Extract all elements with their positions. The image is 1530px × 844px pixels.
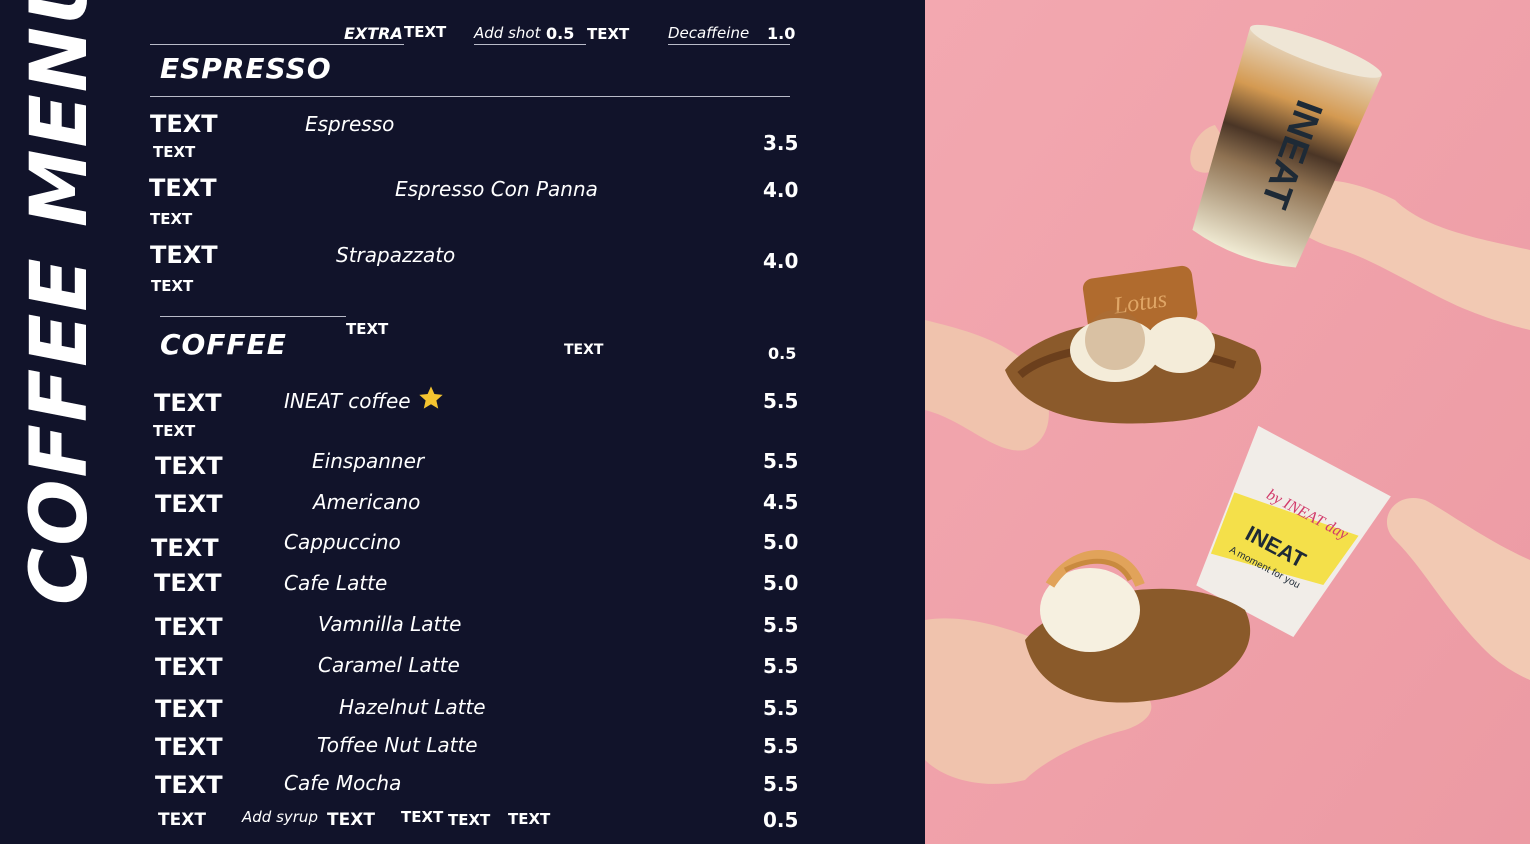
- item-sub: TEXT: [153, 143, 196, 161]
- item-code: TEXT: [150, 241, 218, 269]
- item-price: 5.5: [763, 734, 799, 758]
- footer-code: TEXT: [158, 810, 206, 830]
- extra-text: TEXT: [404, 23, 447, 41]
- item-name: Espresso: [305, 112, 395, 136]
- product-photo: INEAT Lotus INEAT A moment for you by IN…: [925, 0, 1530, 844]
- item-name: Vamnilla Latte: [318, 612, 462, 636]
- item-code: TEXT: [155, 490, 223, 518]
- item-price: 4.5: [763, 490, 799, 514]
- item-name: Einspanner: [312, 449, 425, 473]
- espresso-section-title: ESPRESSO: [160, 52, 332, 85]
- decaf-label: Decaffeine: [668, 24, 750, 42]
- item-sub: TEXT: [153, 422, 196, 440]
- add-syrup-label: Add syrup: [242, 808, 318, 826]
- divider: [150, 96, 790, 97]
- extra-label: EXTRA: [344, 24, 403, 43]
- add-shot-price: 0.5: [546, 24, 575, 43]
- star-icon: [419, 386, 443, 409]
- photo-illustration: INEAT Lotus INEAT A moment for you by IN…: [925, 0, 1530, 844]
- item-price: 5.0: [763, 530, 799, 554]
- item-code: TEXT: [155, 452, 223, 480]
- item-code: TEXT: [150, 110, 218, 138]
- decaf-price: 1.0: [767, 24, 796, 43]
- divider: [474, 44, 586, 45]
- item-name: Strapazzato: [336, 243, 456, 267]
- menu-title: COFFEE MENU: [15, 0, 105, 605]
- coffee-section-title: COFFEE: [160, 328, 287, 361]
- item-name: Cafe Latte: [284, 571, 388, 595]
- add-shot-label: Add shot: [474, 24, 541, 42]
- item-code: TEXT: [155, 695, 223, 723]
- item-price: 5.5: [763, 654, 799, 678]
- item-code: TEXT: [155, 653, 223, 681]
- syrup-option: TEXT: [401, 808, 444, 826]
- footer-price: 0.5: [763, 808, 799, 832]
- item-code: TEXT: [155, 771, 223, 799]
- item-price: 5.5: [763, 613, 799, 637]
- divider: [150, 44, 404, 45]
- item-name: Cafe Mocha: [284, 771, 402, 795]
- item-price: 5.5: [763, 696, 799, 720]
- item-price: 4.0: [763, 249, 799, 273]
- item-name: INEAT coffee: [284, 389, 411, 413]
- menu-panel: COFFEE MENU EXTRA TEXT Add shot 0.5 TEXT…: [0, 0, 925, 844]
- item-name: Espresso Con Panna: [395, 177, 598, 201]
- syrup-option: TEXT: [327, 810, 375, 830]
- coffee-header-price: 0.5: [768, 344, 797, 363]
- add-shot-text: TEXT: [587, 25, 630, 43]
- coffee-header-text: TEXT: [564, 342, 604, 358]
- item-price: 4.0: [763, 178, 799, 202]
- item-price: 5.5: [763, 449, 799, 473]
- item-code: TEXT: [154, 389, 222, 417]
- item-price: 5.5: [763, 389, 799, 413]
- item-code: TEXT: [155, 733, 223, 761]
- item-code: TEXT: [154, 569, 222, 597]
- item-price: 3.5: [763, 131, 799, 155]
- item-code: TEXT: [155, 613, 223, 641]
- item-price: 5.0: [763, 571, 799, 595]
- divider: [668, 44, 790, 45]
- syrup-option: TEXT: [508, 810, 551, 828]
- item-name: Cappuccino: [284, 530, 401, 554]
- coffee-header-text: TEXT: [346, 320, 389, 338]
- syrup-option: TEXT: [448, 811, 491, 829]
- item-sub: TEXT: [150, 210, 193, 228]
- divider: [160, 316, 346, 317]
- item-code: TEXT: [151, 534, 219, 562]
- item-name: Toffee Nut Latte: [317, 733, 478, 757]
- item-name: Hazelnut Latte: [339, 695, 486, 719]
- item-sub: TEXT: [151, 277, 194, 295]
- item-code: TEXT: [149, 174, 217, 202]
- item-name: Caramel Latte: [318, 653, 460, 677]
- item-name: Americano: [313, 490, 421, 514]
- item-price: 5.5: [763, 772, 799, 796]
